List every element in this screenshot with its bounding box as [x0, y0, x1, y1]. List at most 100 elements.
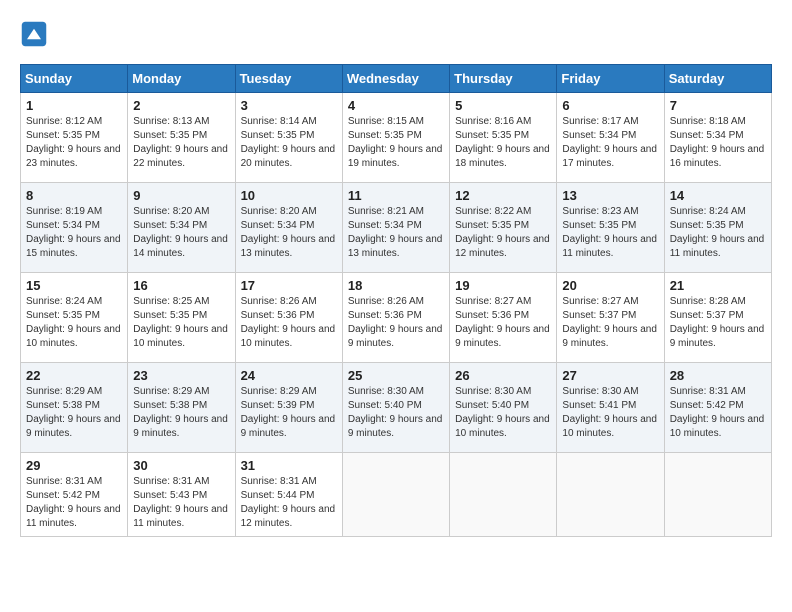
day-info: Sunrise: 8:18 AMSunset: 5:34 PMDaylight:… — [670, 115, 766, 171]
calendar-cell: 9 Sunrise: 8:20 AMSunset: 5:34 PMDaylight… — [128, 183, 235, 273]
day-info: Sunrise: 8:23 AMSunset: 5:35 PMDaylight:… — [562, 205, 658, 261]
day-number: 12 — [455, 188, 551, 203]
day-info: Sunrise: 8:27 AMSunset: 5:36 PMDaylight:… — [455, 295, 551, 351]
day-number: 14 — [670, 188, 766, 203]
calendar-cell: 22 Sunrise: 8:29 AMSunset: 5:38 PMDayligh… — [21, 363, 128, 453]
calendar-cell: 14 Sunrise: 8:24 AMSunset: 5:35 PMDayligh… — [664, 183, 771, 273]
day-info: Sunrise: 8:20 AMSunset: 5:34 PMDaylight:… — [241, 205, 337, 261]
day-number: 6 — [562, 98, 658, 113]
day-number: 26 — [455, 368, 551, 383]
day-info: Sunrise: 8:29 AMSunset: 5:38 PMDaylight:… — [26, 385, 122, 441]
calendar-cell: 13 Sunrise: 8:23 AMSunset: 5:35 PMDayligh… — [557, 183, 664, 273]
day-number: 9 — [133, 188, 229, 203]
day-info: Sunrise: 8:30 AMSunset: 5:41 PMDaylight:… — [562, 385, 658, 441]
calendar-cell: 5 Sunrise: 8:16 AMSunset: 5:35 PMDaylight… — [450, 93, 557, 183]
week-row-3: 15Sunrise: 8:24 AMSunset: 5:35 PMDayligh… — [21, 273, 772, 363]
calendar-cell: 3 Sunrise: 8:14 AMSunset: 5:35 PMDaylight… — [235, 93, 342, 183]
day-number: 18 — [348, 278, 444, 293]
week-row-5: 29 Sunrise: 8:31 AMSunset: 5:42 PMDayligh… — [21, 453, 772, 537]
day-info: Sunrise: 8:21 AMSunset: 5:34 PMDaylight:… — [348, 205, 444, 261]
day-info: Sunrise: 8:31 AMSunset: 5:42 PMDaylight:… — [26, 475, 122, 531]
calendar-table: SundayMondayTuesdayWednesdayThursdayFrid… — [20, 64, 772, 537]
week-row-4: 22 Sunrise: 8:29 AMSunset: 5:38 PMDayligh… — [21, 363, 772, 453]
day-info: Sunrise: 8:31 AMSunset: 5:43 PMDaylight:… — [133, 475, 229, 531]
day-info: Sunrise: 8:30 AMSunset: 5:40 PMDaylight:… — [455, 385, 551, 441]
calendar-cell: 25 Sunrise: 8:30 AMSunset: 5:40 PMDayligh… — [342, 363, 449, 453]
weekday-header-sunday: Sunday — [21, 65, 128, 93]
day-info: Sunrise: 8:26 AMSunset: 5:36 PMDaylight:… — [241, 295, 337, 351]
day-number: 24 — [241, 368, 337, 383]
day-number: 16 — [133, 278, 229, 293]
calendar-cell: 20 Sunrise: 8:27 AMSunset: 5:37 PMDayligh… — [557, 273, 664, 363]
day-info: Sunrise: 8:29 AMSunset: 5:38 PMDaylight:… — [133, 385, 229, 441]
day-number: 3 — [241, 98, 337, 113]
calendar-cell: 19Sunrise: 8:27 AMSunset: 5:36 PMDayligh… — [450, 273, 557, 363]
day-info: Sunrise: 8:20 AMSunset: 5:34 PMDaylight:… — [133, 205, 229, 261]
calendar-cell: 2Sunrise: 8:13 AMSunset: 5:35 PMDaylight… — [128, 93, 235, 183]
day-info: Sunrise: 8:26 AMSunset: 5:36 PMDaylight:… — [348, 295, 444, 351]
day-number: 5 — [455, 98, 551, 113]
calendar-cell — [557, 453, 664, 537]
day-number: 11 — [348, 188, 444, 203]
day-number: 25 — [348, 368, 444, 383]
day-info: Sunrise: 8:29 AMSunset: 5:39 PMDaylight:… — [241, 385, 337, 441]
day-number: 17 — [241, 278, 337, 293]
logo-icon — [20, 20, 48, 48]
weekday-header-thursday: Thursday — [450, 65, 557, 93]
weekday-header-tuesday: Tuesday — [235, 65, 342, 93]
calendar-cell: 23 Sunrise: 8:29 AMSunset: 5:38 PMDayligh… — [128, 363, 235, 453]
day-info: Sunrise: 8:24 AMSunset: 5:35 PMDaylight:… — [670, 205, 766, 261]
day-number: 7 — [670, 98, 766, 113]
calendar-cell: 12Sunrise: 8:22 AMSunset: 5:35 PMDayligh… — [450, 183, 557, 273]
logo — [20, 20, 52, 48]
day-number: 28 — [670, 368, 766, 383]
day-number: 23 — [133, 368, 229, 383]
day-number: 22 — [26, 368, 122, 383]
calendar-cell: 30 Sunrise: 8:31 AMSunset: 5:43 PMDayligh… — [128, 453, 235, 537]
calendar-cell: 28 Sunrise: 8:31 AMSunset: 5:42 PMDayligh… — [664, 363, 771, 453]
weekday-header-monday: Monday — [128, 65, 235, 93]
day-info: Sunrise: 8:31 AMSunset: 5:42 PMDaylight:… — [670, 385, 766, 441]
day-info: Sunrise: 8:30 AMSunset: 5:40 PMDaylight:… — [348, 385, 444, 441]
weekday-header-friday: Friday — [557, 65, 664, 93]
calendar-cell: 16 Sunrise: 8:25 AMSunset: 5:35 PMDayligh… — [128, 273, 235, 363]
calendar-cell — [664, 453, 771, 537]
day-number: 8 — [26, 188, 122, 203]
calendar-cell: 24 Sunrise: 8:29 AMSunset: 5:39 PMDayligh… — [235, 363, 342, 453]
calendar-cell: 8 Sunrise: 8:19 AMSunset: 5:34 PMDaylight… — [21, 183, 128, 273]
day-number: 1 — [26, 98, 122, 113]
day-info: Sunrise: 8:14 AMSunset: 5:35 PMDaylight:… — [241, 115, 337, 171]
day-number: 30 — [133, 458, 229, 473]
day-info: Sunrise: 8:16 AMSunset: 5:35 PMDaylight:… — [455, 115, 551, 171]
day-info: Sunrise: 8:17 AMSunset: 5:34 PMDaylight:… — [562, 115, 658, 171]
calendar-cell: 6 Sunrise: 8:17 AMSunset: 5:34 PMDaylight… — [557, 93, 664, 183]
calendar-cell: 31 Sunrise: 8:31 AMSunset: 5:44 PMDayligh… — [235, 453, 342, 537]
week-row-1: 1Sunrise: 8:12 AMSunset: 5:35 PMDaylight… — [21, 93, 772, 183]
week-row-2: 8 Sunrise: 8:19 AMSunset: 5:34 PMDaylight… — [21, 183, 772, 273]
calendar-cell: 11 Sunrise: 8:21 AMSunset: 5:34 PMDayligh… — [342, 183, 449, 273]
header — [20, 20, 772, 48]
calendar-cell: 1Sunrise: 8:12 AMSunset: 5:35 PMDaylight… — [21, 93, 128, 183]
calendar-cell: 15Sunrise: 8:24 AMSunset: 5:35 PMDayligh… — [21, 273, 128, 363]
day-number: 15 — [26, 278, 122, 293]
day-number: 31 — [241, 458, 337, 473]
day-info: Sunrise: 8:28 AMSunset: 5:37 PMDaylight:… — [670, 295, 766, 351]
calendar-cell: 21 Sunrise: 8:28 AMSunset: 5:37 PMDayligh… — [664, 273, 771, 363]
calendar-cell: 10Sunrise: 8:20 AMSunset: 5:34 PMDayligh… — [235, 183, 342, 273]
day-info: Sunrise: 8:19 AMSunset: 5:34 PMDaylight:… — [26, 205, 122, 261]
day-number: 29 — [26, 458, 122, 473]
day-info: Sunrise: 8:25 AMSunset: 5:35 PMDaylight:… — [133, 295, 229, 351]
calendar-cell: 26 Sunrise: 8:30 AMSunset: 5:40 PMDayligh… — [450, 363, 557, 453]
calendar-cell — [342, 453, 449, 537]
calendar-cell: 29 Sunrise: 8:31 AMSunset: 5:42 PMDayligh… — [21, 453, 128, 537]
day-info: Sunrise: 8:27 AMSunset: 5:37 PMDaylight:… — [562, 295, 658, 351]
day-number: 20 — [562, 278, 658, 293]
day-info: Sunrise: 8:13 AMSunset: 5:35 PMDaylight:… — [133, 115, 229, 171]
day-number: 21 — [670, 278, 766, 293]
calendar-cell: 4 Sunrise: 8:15 AMSunset: 5:35 PMDaylight… — [342, 93, 449, 183]
day-number: 4 — [348, 98, 444, 113]
day-info: Sunrise: 8:31 AMSunset: 5:44 PMDaylight:… — [241, 475, 337, 531]
calendar-cell: 17 Sunrise: 8:26 AMSunset: 5:36 PMDayligh… — [235, 273, 342, 363]
day-info: Sunrise: 8:15 AMSunset: 5:35 PMDaylight:… — [348, 115, 444, 171]
day-number: 13 — [562, 188, 658, 203]
